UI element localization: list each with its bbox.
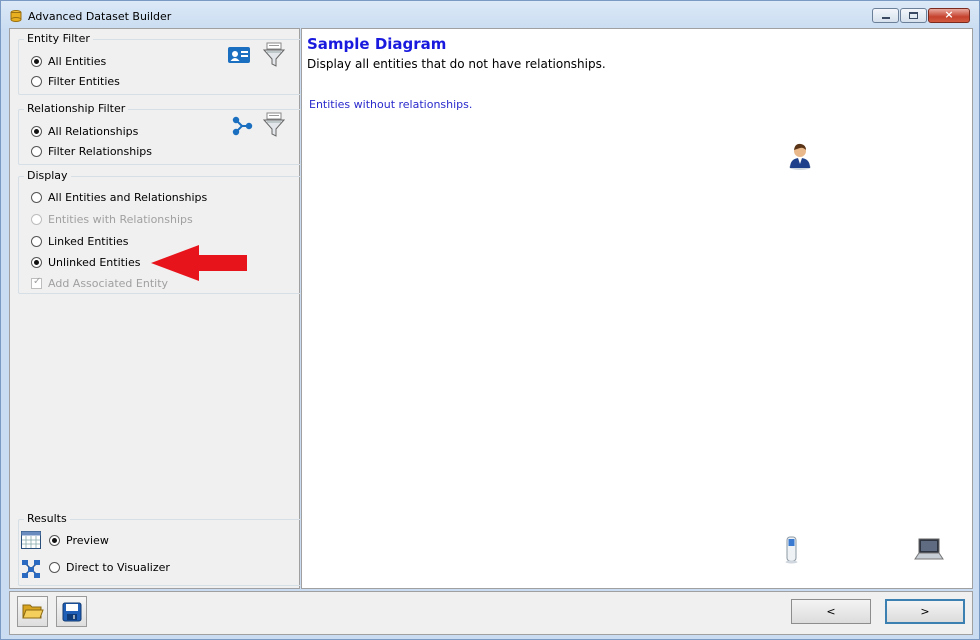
radio-label: Unlinked Entities — [48, 256, 141, 269]
radio-label: All Relationships — [48, 125, 139, 138]
network-nodes-icon — [22, 560, 40, 578]
radio-label: Entities with Relationships — [48, 213, 193, 226]
entity-card-icon[interactable] — [227, 45, 251, 65]
save-button[interactable] — [56, 596, 87, 627]
radio-label: Filter Relationships — [48, 145, 152, 158]
radio-all-entities[interactable]: All Entities — [31, 55, 106, 68]
radio-indicator[interactable] — [49, 535, 60, 546]
grid-table-icon — [21, 531, 41, 549]
close-button[interactable]: × — [928, 8, 970, 23]
radio-all-relationships[interactable]: All Relationships — [31, 125, 138, 138]
radio-all-entities-and-relationships[interactable]: All Entities and Relationships — [31, 191, 207, 204]
radio-indicator[interactable] — [31, 126, 42, 137]
radio-label: Direct to Visualizer — [66, 561, 170, 574]
minimize-icon — [882, 17, 890, 19]
diagram-description: Display all entities that do not have re… — [307, 57, 606, 71]
person-entity-icon — [789, 143, 811, 170]
maximize-button[interactable] — [900, 8, 927, 23]
window-controls: × — [871, 8, 970, 23]
radio-indicator[interactable] — [31, 257, 42, 268]
close-icon: × — [944, 8, 954, 21]
relationship-icon[interactable] — [231, 115, 253, 137]
window-title: Advanced Dataset Builder — [28, 10, 172, 23]
results-label: Results — [24, 512, 70, 525]
next-button[interactable]: > — [885, 599, 965, 624]
checkbox-add-associated-entity: ✓ Add Associated Entity — [31, 276, 168, 290]
diagram-node-label: Entities without relationships. — [309, 98, 473, 111]
laptop-icon — [914, 538, 944, 560]
minimize-button[interactable] — [872, 8, 899, 23]
relationship-filter-label: Relationship Filter — [24, 102, 129, 115]
diagram-panel: Sample Diagram Display all entities that… — [301, 28, 973, 589]
display-label: Display — [24, 169, 71, 182]
results-group: Results Preview Direct to Visualizer — [18, 512, 303, 586]
open-folder-button[interactable] — [17, 596, 48, 627]
radio-indicator[interactable] — [31, 236, 42, 247]
radio-label: All Entities — [48, 55, 107, 68]
radio-indicator[interactable] — [31, 192, 42, 203]
radio-filter-relationships[interactable]: Filter Relationships — [31, 145, 152, 158]
checkbox-indicator: ✓ — [31, 276, 42, 289]
maximize-icon — [909, 12, 918, 19]
checkmark-icon: ✓ — [33, 276, 42, 287]
entity-filter-group: Entity Filter All Entities Filter Entiti… — [18, 32, 303, 95]
back-button[interactable]: < — [791, 599, 871, 624]
red-arrow-annotation-icon — [151, 245, 247, 281]
funnel-filter-icon[interactable] — [262, 42, 288, 68]
relationship-filter-group: Relationship Filter All Relationships Fi… — [18, 102, 303, 165]
radio-label: All Entities and Relationships — [48, 191, 208, 204]
options-panel: Entity Filter All Entities Filter Entiti… — [9, 28, 303, 589]
radio-direct-to-visualizer[interactable]: Direct to Visualizer — [49, 561, 170, 574]
radio-indicator — [31, 214, 42, 225]
display-group: Display All Entities and Relationships E… — [18, 169, 303, 294]
radio-linked-entities[interactable]: Linked Entities — [31, 235, 129, 248]
funnel-filter-icon[interactable] — [262, 112, 288, 138]
title-bar: Advanced Dataset Builder × — [1, 1, 979, 29]
radio-indicator[interactable] — [31, 146, 42, 157]
diagram-title: Sample Diagram — [307, 35, 447, 53]
bottom-toolbar: < > — [9, 591, 973, 635]
app-window: Advanced Dataset Builder × Entity Filter… — [0, 0, 980, 640]
radio-preview[interactable]: Preview — [49, 534, 109, 547]
radio-unlinked-entities[interactable]: Unlinked Entities — [31, 256, 141, 269]
radio-indicator[interactable] — [49, 562, 60, 573]
radio-label: Preview — [66, 534, 109, 547]
mobile-phone-icon — [785, 536, 798, 564]
radio-indicator[interactable] — [31, 76, 42, 87]
radio-filter-entities[interactable]: Filter Entities — [31, 75, 120, 88]
database-app-icon — [10, 10, 22, 22]
folder-open-icon — [22, 604, 44, 619]
save-disk-icon — [62, 602, 82, 622]
entity-filter-label: Entity Filter — [24, 32, 93, 45]
radio-label: Filter Entities — [48, 75, 120, 88]
radio-entities-with-relationships: Entities with Relationships — [31, 213, 193, 226]
radio-indicator[interactable] — [31, 56, 42, 67]
radio-label: Linked Entities — [48, 235, 129, 248]
